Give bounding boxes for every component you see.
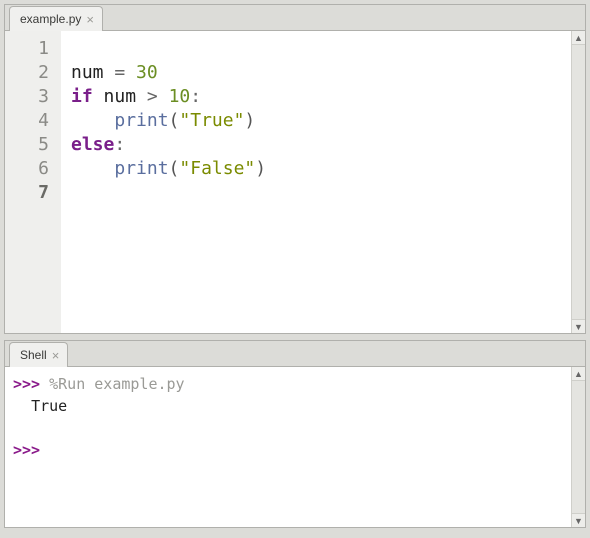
shell-output: True [31, 397, 67, 415]
editor-panel: example.py × 1 2 3 4 5 6 7 num = 30 if n… [4, 4, 586, 334]
shell-tabbar: Shell × [5, 341, 585, 367]
code-token [136, 86, 147, 107]
code-token: print [114, 158, 168, 179]
scroll-up-icon[interactable]: ▲ [572, 367, 585, 381]
code-token: num [71, 62, 104, 83]
code-token: if [71, 86, 93, 107]
code-token: ( [169, 158, 180, 179]
line-number-gutter: 1 2 3 4 5 6 7 [5, 31, 61, 333]
line-number-current: 7 [9, 181, 49, 205]
code-token: ) [244, 110, 255, 131]
code-token [158, 86, 169, 107]
shell-scrollbar-vertical[interactable]: ▲ ▼ [571, 367, 585, 527]
shell-prompt: >>> [13, 441, 40, 459]
shell-cursor-area [40, 441, 49, 459]
shell-tab[interactable]: Shell × [9, 342, 68, 367]
code-token: = [104, 62, 137, 83]
code-token [71, 158, 114, 179]
code-area[interactable]: num = 30 if num > 10: print("True") else… [61, 31, 571, 333]
code-token: > [147, 86, 158, 107]
shell-prompt: >>> [13, 375, 40, 393]
code-token: 10 [169, 86, 191, 107]
shell-run-command: %Run example.py [40, 375, 185, 393]
code-token: "False" [179, 158, 255, 179]
code-token: ) [255, 158, 266, 179]
code-token: ( [169, 110, 180, 131]
code-token: 30 [136, 62, 158, 83]
code-token [71, 110, 114, 131]
code-token: : [190, 86, 201, 107]
editor-scrollbar-vertical[interactable]: ▲ ▼ [571, 31, 585, 333]
line-number: 1 [9, 37, 49, 61]
line-number: 6 [9, 157, 49, 181]
editor-tab-label: example.py [20, 12, 81, 26]
shell-output-indent [13, 397, 31, 415]
line-number: 2 [9, 61, 49, 85]
shell-output-area[interactable]: >>> %Run example.py True >>> [5, 367, 571, 527]
editor-content: 1 2 3 4 5 6 7 num = 30 if num > 10: prin… [5, 31, 585, 333]
shell-content: >>> %Run example.py True >>> ▲ ▼ [5, 367, 585, 527]
code-token: : [114, 134, 125, 155]
code-token: print [114, 110, 168, 131]
scroll-down-icon[interactable]: ▼ [572, 319, 585, 333]
editor-tab-example[interactable]: example.py × [9, 6, 103, 31]
code-token [93, 86, 104, 107]
shell-panel: Shell × >>> %Run example.py True >>> ▲ ▼ [4, 340, 586, 528]
editor-tabbar: example.py × [5, 5, 585, 31]
line-number: 4 [9, 109, 49, 133]
code-token: "True" [179, 110, 244, 131]
shell-tab-label: Shell [20, 348, 47, 362]
code-token: else [71, 134, 114, 155]
line-number: 3 [9, 85, 49, 109]
close-icon[interactable]: × [86, 13, 94, 26]
line-number: 5 [9, 133, 49, 157]
code-token: num [104, 86, 137, 107]
scroll-up-icon[interactable]: ▲ [572, 31, 585, 45]
close-icon[interactable]: × [52, 349, 60, 362]
scroll-down-icon[interactable]: ▼ [572, 513, 585, 527]
